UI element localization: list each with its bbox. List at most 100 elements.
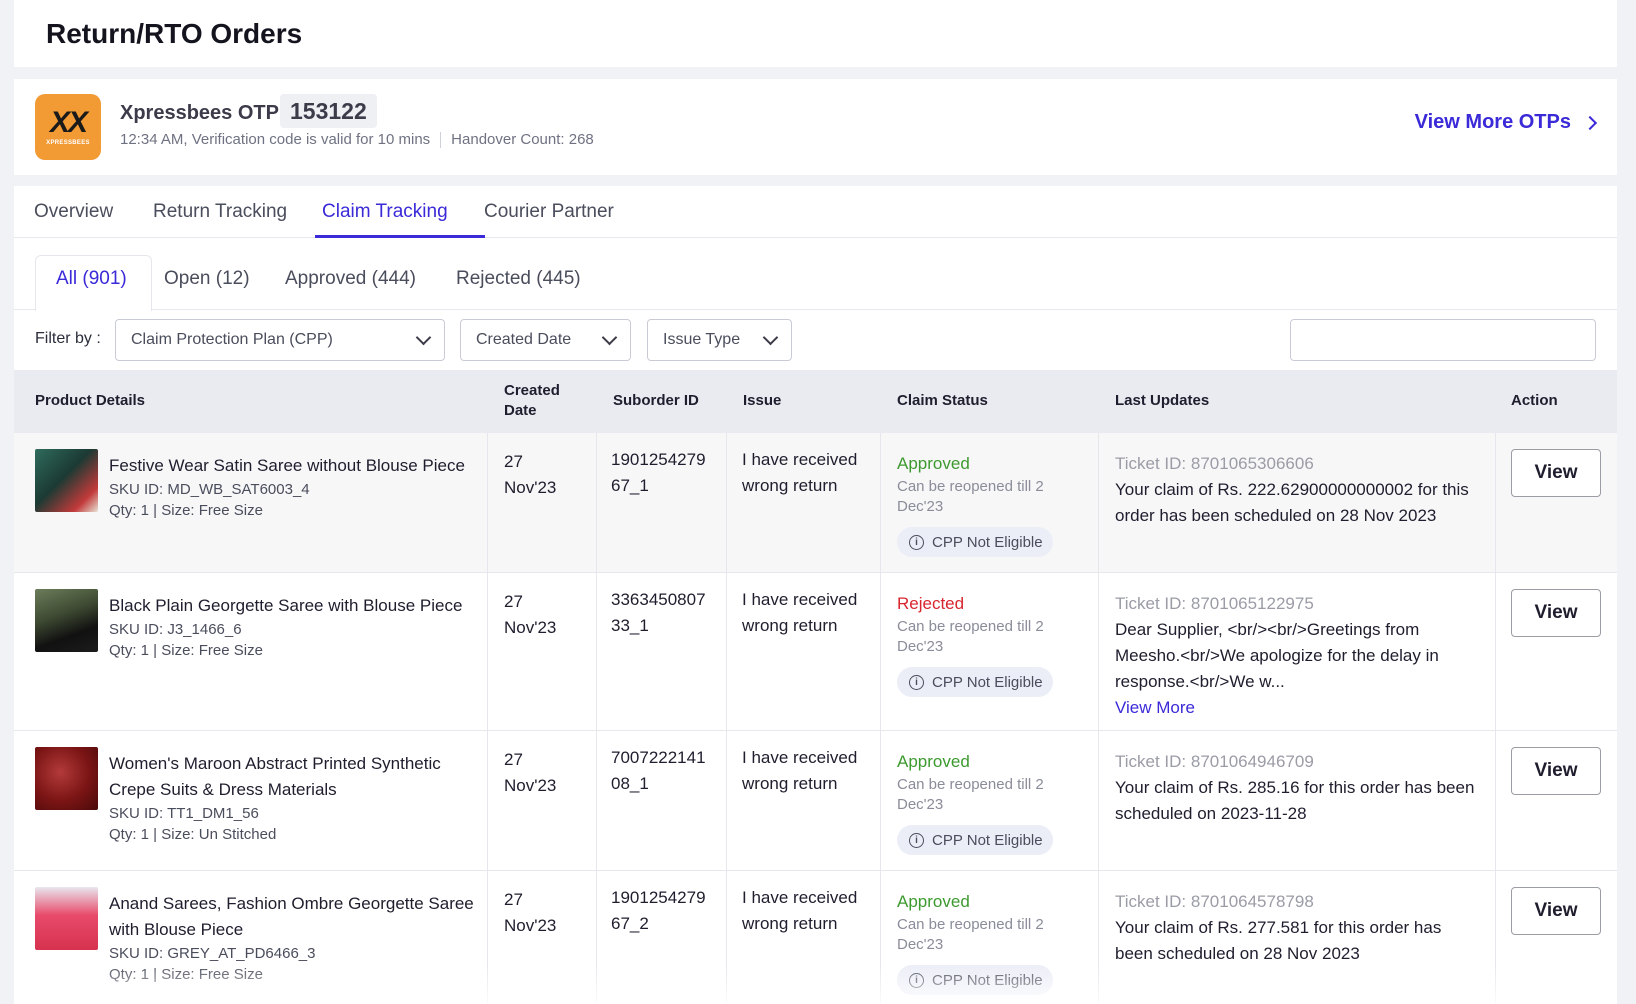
ticket-id: Ticket ID: 8701065122975	[1115, 594, 1314, 613]
col-last-updates: Last Updates	[1115, 392, 1210, 409]
created-date: 27 Nov'23	[504, 890, 557, 935]
status-label: Approved	[897, 892, 970, 911]
ticket-id: Ticket ID: 8701065306606	[1115, 454, 1314, 473]
tab-return-tracking[interactable]: Return Tracking	[153, 201, 287, 223]
search-input[interactable]	[1290, 319, 1596, 361]
col-action: Action	[1511, 392, 1558, 409]
reopen-note: Can be reopened till 2 Dec'23	[897, 478, 1044, 515]
col-product-details: Product Details	[35, 392, 146, 409]
last-update: Ticket ID: 8701064946709 Your claim of R…	[1115, 751, 1475, 827]
otp-meta: 12:34 AM, Verification code is valid for…	[120, 131, 594, 149]
created-date: 27 Nov'23	[504, 452, 557, 497]
product-image	[35, 747, 98, 810]
cpp-badge: i CPP Not Eligible	[897, 667, 1053, 697]
reopen-note: Can be reopened till 2 Dec'23	[897, 916, 1044, 953]
xpressbees-logo: XX XPRESSBEES	[35, 94, 101, 160]
info-icon: i	[909, 972, 924, 988]
view-more-link[interactable]: View More	[1115, 695, 1475, 721]
otp-card: XX XPRESSBEES Xpressbees OTP: 153122 12:…	[14, 79, 1617, 175]
view-button[interactable]: View	[1511, 449, 1601, 497]
status-label: Rejected	[897, 594, 965, 613]
created-date-filter-select[interactable]: Created Date	[460, 319, 631, 361]
status-label: Approved	[897, 454, 970, 473]
chevron-down-icon	[415, 329, 432, 345]
last-update: Ticket ID: 8701065306606 Your claim of R…	[1115, 453, 1475, 529]
filter-label: Filter by :	[35, 330, 101, 347]
update-message: Your claim of Rs. 285.16 for this order …	[1115, 778, 1475, 823]
update-message: Your claim of Rs. 222.62900000000002 for…	[1115, 480, 1469, 525]
page-header: Return/RTO Orders	[14, 0, 1617, 67]
info-icon: i	[909, 674, 924, 690]
view-more-otps-label: View More OTPs	[1414, 111, 1571, 133]
issue-text: I have received wrong return	[742, 450, 858, 495]
product-sku: SKU ID: MD_WB_SAT6003_4	[109, 481, 310, 498]
product-info: Anand Sarees, Fashion Ombre Georgette Sa…	[109, 891, 479, 985]
product-info: Women's Maroon Abstract Printed Syntheti…	[109, 751, 479, 845]
issue-text: I have received wrong return	[742, 888, 858, 933]
otp-code: 153122	[280, 94, 377, 128]
last-update: Ticket ID: 8701065122975 Dear Supplier, …	[1115, 593, 1475, 721]
sub-tab-open[interactable]: Open (12)	[164, 268, 250, 290]
product-sku: SKU ID: J3_1466_6	[109, 621, 242, 638]
issue-type-filter-select[interactable]: Issue Type	[647, 319, 792, 361]
cpp-filter-value: Claim Protection Plan (CPP)	[131, 331, 333, 348]
claim-status: Approved Can be reopened till 2 Dec'23 iC…	[897, 891, 1097, 995]
last-update: Ticket ID: 8701064578798 Your claim of R…	[1115, 891, 1475, 967]
product-qty: Qty: 1 | Size: Free Size	[109, 502, 263, 519]
suborder-id: 1901254279 67_2	[611, 888, 706, 933]
ticket-id: Ticket ID: 8701064578798	[1115, 892, 1314, 911]
table-row: Women's Maroon Abstract Printed Syntheti…	[14, 731, 1617, 871]
col-claim-status: Claim Status	[897, 392, 988, 409]
view-button[interactable]: View	[1511, 887, 1601, 935]
suborder-id: 7007222141 08_1	[611, 748, 706, 793]
product-image	[35, 887, 98, 950]
cpp-badge: i CPP Not Eligible	[897, 527, 1053, 557]
product-qty: Qty: 1 | Size: Free Size	[109, 966, 263, 983]
info-icon: i	[909, 534, 924, 550]
tab-overview[interactable]: Overview	[34, 201, 113, 223]
product-qty: Qty: 1 | Size: Free Size	[109, 642, 263, 659]
view-button[interactable]: View	[1511, 589, 1601, 637]
ticket-id: Ticket ID: 8701064946709	[1115, 752, 1314, 771]
product-name: Festive Wear Satin Saree without Blouse …	[109, 456, 465, 475]
info-icon: i	[909, 832, 924, 848]
status-label: Approved	[897, 752, 970, 771]
product-image	[35, 589, 98, 652]
issue-type-filter-value: Issue Type	[663, 331, 741, 348]
chevron-down-icon	[601, 329, 618, 345]
tab-courier-partner[interactable]: Courier Partner	[484, 201, 614, 223]
col-issue: Issue	[743, 392, 782, 409]
update-message: Dear Supplier, <br/><br/>Greetings from …	[1115, 620, 1439, 691]
tab-claim-tracking[interactable]: Claim Tracking	[322, 201, 448, 223]
claim-status: Approved Can be reopened till 2 Dec'23 iC…	[897, 453, 1097, 557]
page-title: Return/RTO Orders	[46, 18, 303, 49]
col-suborder-id: Suborder ID	[613, 392, 699, 409]
suborder-id: 1901254279 67_1	[611, 450, 706, 495]
sub-tab-approved[interactable]: Approved (444)	[285, 268, 416, 290]
chevron-right-icon	[1582, 115, 1598, 130]
created-date: 27 Nov'23	[504, 592, 557, 637]
cpp-badge: i CPP Not Eligible	[897, 965, 1053, 995]
chevron-down-icon	[762, 329, 779, 345]
product-info: Festive Wear Satin Saree without Blouse …	[109, 453, 479, 521]
sub-tab-rejected[interactable]: Rejected (445)	[456, 268, 581, 290]
table-row: Anand Sarees, Fashion Ombre Georgette Sa…	[14, 871, 1617, 1004]
update-message: Your claim of Rs. 277.581 for this order…	[1115, 918, 1442, 963]
created-date-filter-value: Created Date	[476, 331, 572, 348]
view-more-otps-link[interactable]: View More OTPs	[1414, 111, 1598, 134]
view-button[interactable]: View	[1511, 747, 1601, 795]
table-row: Festive Wear Satin Saree without Blouse …	[14, 433, 1617, 573]
claim-panel: Overview Return Tracking Claim Tracking …	[14, 186, 1617, 1004]
product-name: Anand Sarees, Fashion Ombre Georgette Sa…	[109, 894, 474, 939]
reopen-note: Can be reopened till 2 Dec'23	[897, 776, 1044, 813]
sub-tab-all[interactable]: All (901)	[56, 268, 127, 290]
sub-tabs: All (901) Open (12) Approved (444) Rejec…	[14, 238, 1617, 311]
table-header: Product Details Created Date Suborder ID…	[14, 370, 1617, 433]
issue-text: I have received wrong return	[742, 748, 858, 793]
cpp-badge: i CPP Not Eligible	[897, 825, 1053, 855]
main-tabs: Overview Return Tracking Claim Tracking …	[14, 186, 1617, 238]
suborder-id: 3363450807 33_1	[611, 590, 706, 635]
otp-label: Xpressbees OTP:	[120, 102, 286, 124]
issue-text: I have received wrong return	[742, 590, 858, 635]
cpp-filter-select[interactable]: Claim Protection Plan (CPP)	[115, 319, 445, 361]
